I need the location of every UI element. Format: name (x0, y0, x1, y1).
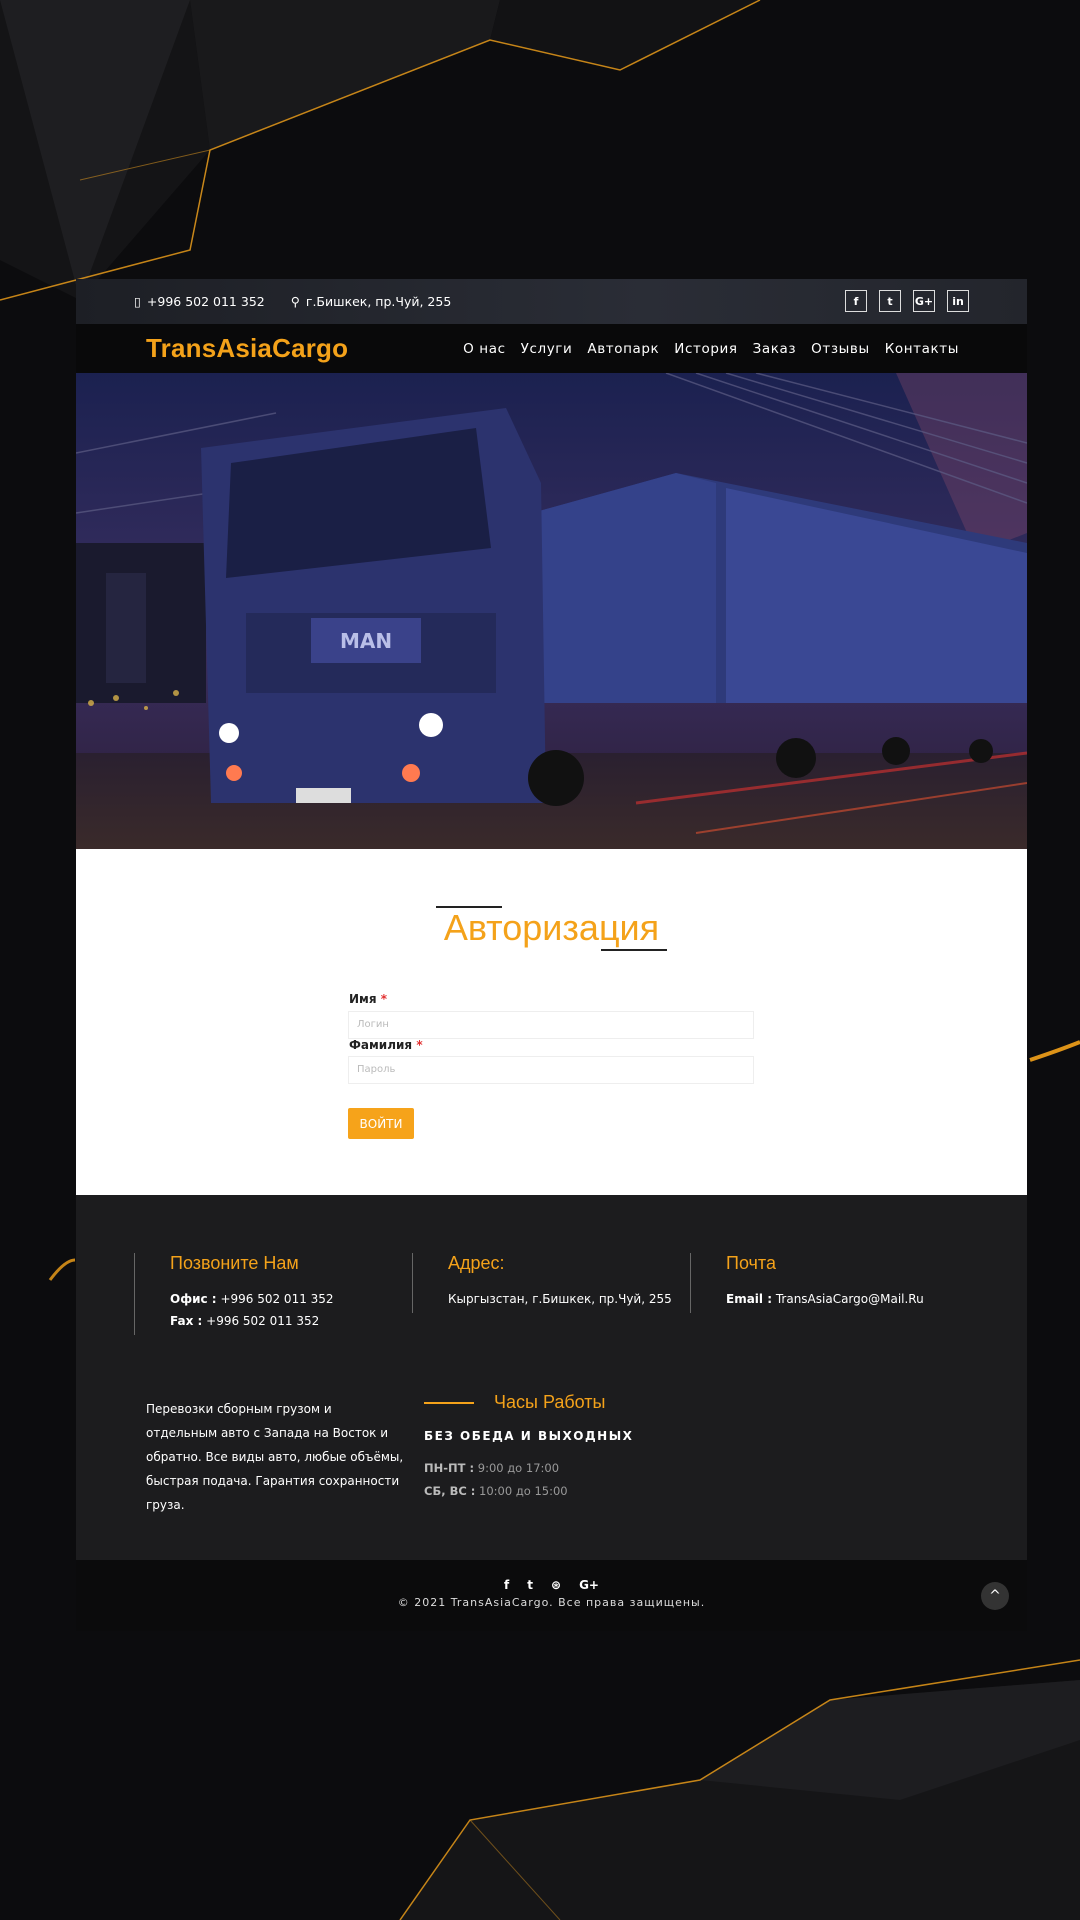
bottom-bar: f t ⊛ G+ © 2021 TransAsiaCargo. Все прав… (76, 1560, 1027, 1631)
auth-title: Авторизация (443, 907, 660, 948)
office-value: +996 502 011 352 (220, 1292, 334, 1306)
social-links: f t G+ in (845, 290, 969, 312)
bottom-social-links: f t ⊛ G+ (76, 1560, 1027, 1592)
nav-item-history[interactable]: История (674, 341, 737, 357)
weekday-value: 9:00 до 17:00 (477, 1461, 560, 1475)
chevron-up-icon: ^ (989, 1588, 1001, 1604)
fax-phone: Fax : +996 502 011 352 (170, 1310, 334, 1332)
login-button[interactable]: ВОЙТИ (348, 1108, 414, 1139)
weekday-hours: ПН-ПТ : 9:00 до 17:00 (424, 1457, 633, 1480)
address-column: Адрес: Кыргызстан, г.Бишкек, пр.Чуй, 255 (412, 1253, 672, 1313)
main-navbar: TransAsiaCargo О нас Услуги Автопарк Ист… (76, 324, 1027, 373)
dribbble-icon[interactable]: ⊛ (551, 1578, 561, 1592)
map-pin-icon: ⚲ (290, 294, 300, 309)
required-mark: * (380, 992, 388, 1006)
email-label: Email : (726, 1292, 773, 1306)
fax-value: +996 502 011 352 (206, 1314, 320, 1328)
office-phone: Офис : +996 502 011 352 (170, 1288, 334, 1310)
name-label: Имя * (349, 992, 387, 1006)
nav-menu: О нас Услуги Автопарк История Заказ Отзы… (463, 341, 959, 357)
google-plus-icon[interactable]: G+ (913, 290, 935, 312)
hours-title-text: Часы Работы (494, 1392, 606, 1412)
address-title: Адрес: (448, 1253, 505, 1273)
nav-item-about[interactable]: О нас (463, 341, 505, 357)
mail-title: Почта (726, 1253, 776, 1273)
scroll-to-top-button[interactable]: ^ (981, 1582, 1009, 1610)
phone-contact: ▯ +996 502 011 352 (134, 294, 265, 309)
footer: Позвоните Нам Офис : +996 502 011 352 Fa… (76, 1195, 1027, 1560)
svg-text:MAN: MAN (340, 629, 392, 653)
fax-label: Fax : (170, 1314, 203, 1328)
address-value: Кыргызстан, г.Бишкек, пр.Чуй, 255 (448, 1292, 672, 1306)
google-plus-icon[interactable]: G+ (579, 1578, 599, 1592)
email-line: Email : TransAsiaCargo@Mail.Ru (726, 1288, 924, 1310)
weekend-label: СБ, ВС : (424, 1484, 476, 1498)
login-input[interactable]: Логин (348, 1011, 754, 1039)
hours-subtitle: БЕЗ ОБЕДА И ВЫХОДНЫХ (424, 1429, 634, 1443)
mail-column: Почта Email : TransAsiaCargo@Mail.Ru (690, 1253, 924, 1313)
email-value[interactable]: TransAsiaCargo@Mail.Ru (776, 1292, 924, 1306)
call-us-column: Позвоните Нам Офис : +996 502 011 352 Fa… (134, 1253, 334, 1335)
hours-dash (424, 1401, 474, 1404)
facebook-icon[interactable]: f (504, 1578, 509, 1592)
weekend-hours: СБ, ВС : 10:00 до 15:00 (424, 1480, 633, 1503)
call-us-title: Позвоните Нам (170, 1253, 299, 1273)
nav-item-order[interactable]: Заказ (753, 341, 797, 357)
address-contact: ⚲ г.Бишкек, пр.Чуй, 255 (291, 294, 452, 309)
password-input[interactable]: Пароль (348, 1056, 754, 1084)
twitter-icon[interactable]: t (879, 290, 901, 312)
topbar-address: г.Бишкек, пр.Чуй, 255 (305, 294, 452, 309)
phone-icon: ▯ (134, 294, 141, 309)
twitter-icon[interactable]: t (527, 1578, 533, 1592)
office-label: Офис : (170, 1292, 217, 1306)
title-deco-bottom (601, 949, 667, 951)
nav-item-services[interactable]: Услуги (521, 341, 573, 357)
top-bar: ▯ +996 502 011 352 ⚲ г.Бишкек, пр.Чуй, 2… (76, 279, 1027, 324)
weekend-value: 10:00 до 15:00 (479, 1484, 568, 1498)
surname-label: Фамилия * (349, 1038, 423, 1052)
nav-item-fleet[interactable]: Автопарк (587, 341, 659, 357)
page-frame: ▯ +996 502 011 352 ⚲ г.Бишкек, пр.Чуй, 2… (76, 279, 1027, 1631)
nav-item-reviews[interactable]: Отзывы (811, 341, 870, 357)
weekday-label: ПН-ПТ : (424, 1461, 475, 1475)
nav-item-contacts[interactable]: Контакты (885, 341, 959, 357)
working-hours: Часы Работы БЕЗ ОБЕДА И ВЫХОДНЫХ ПН-ПТ :… (424, 1392, 633, 1503)
auth-section: Авторизация Имя * Логин Фамилия * Пароль… (76, 849, 1027, 1195)
site-logo[interactable]: TransAsiaCargo (146, 333, 348, 364)
copyright: © 2021 TransAsiaCargo. Все права защищен… (397, 1596, 706, 1609)
topbar-phone: +996 502 011 352 (146, 294, 265, 309)
linkedin-icon[interactable]: in (947, 290, 969, 312)
facebook-icon[interactable]: f (845, 290, 867, 312)
hours-title: Часы Работы (424, 1392, 633, 1413)
name-label-text: Имя (349, 992, 377, 1006)
about-text: Перевозки сборным грузом и отдельным авт… (146, 1402, 404, 1512)
required-mark: * (416, 1038, 423, 1052)
surname-label-text: Фамилия (349, 1038, 413, 1052)
hero-image: MAN (76, 373, 1027, 849)
